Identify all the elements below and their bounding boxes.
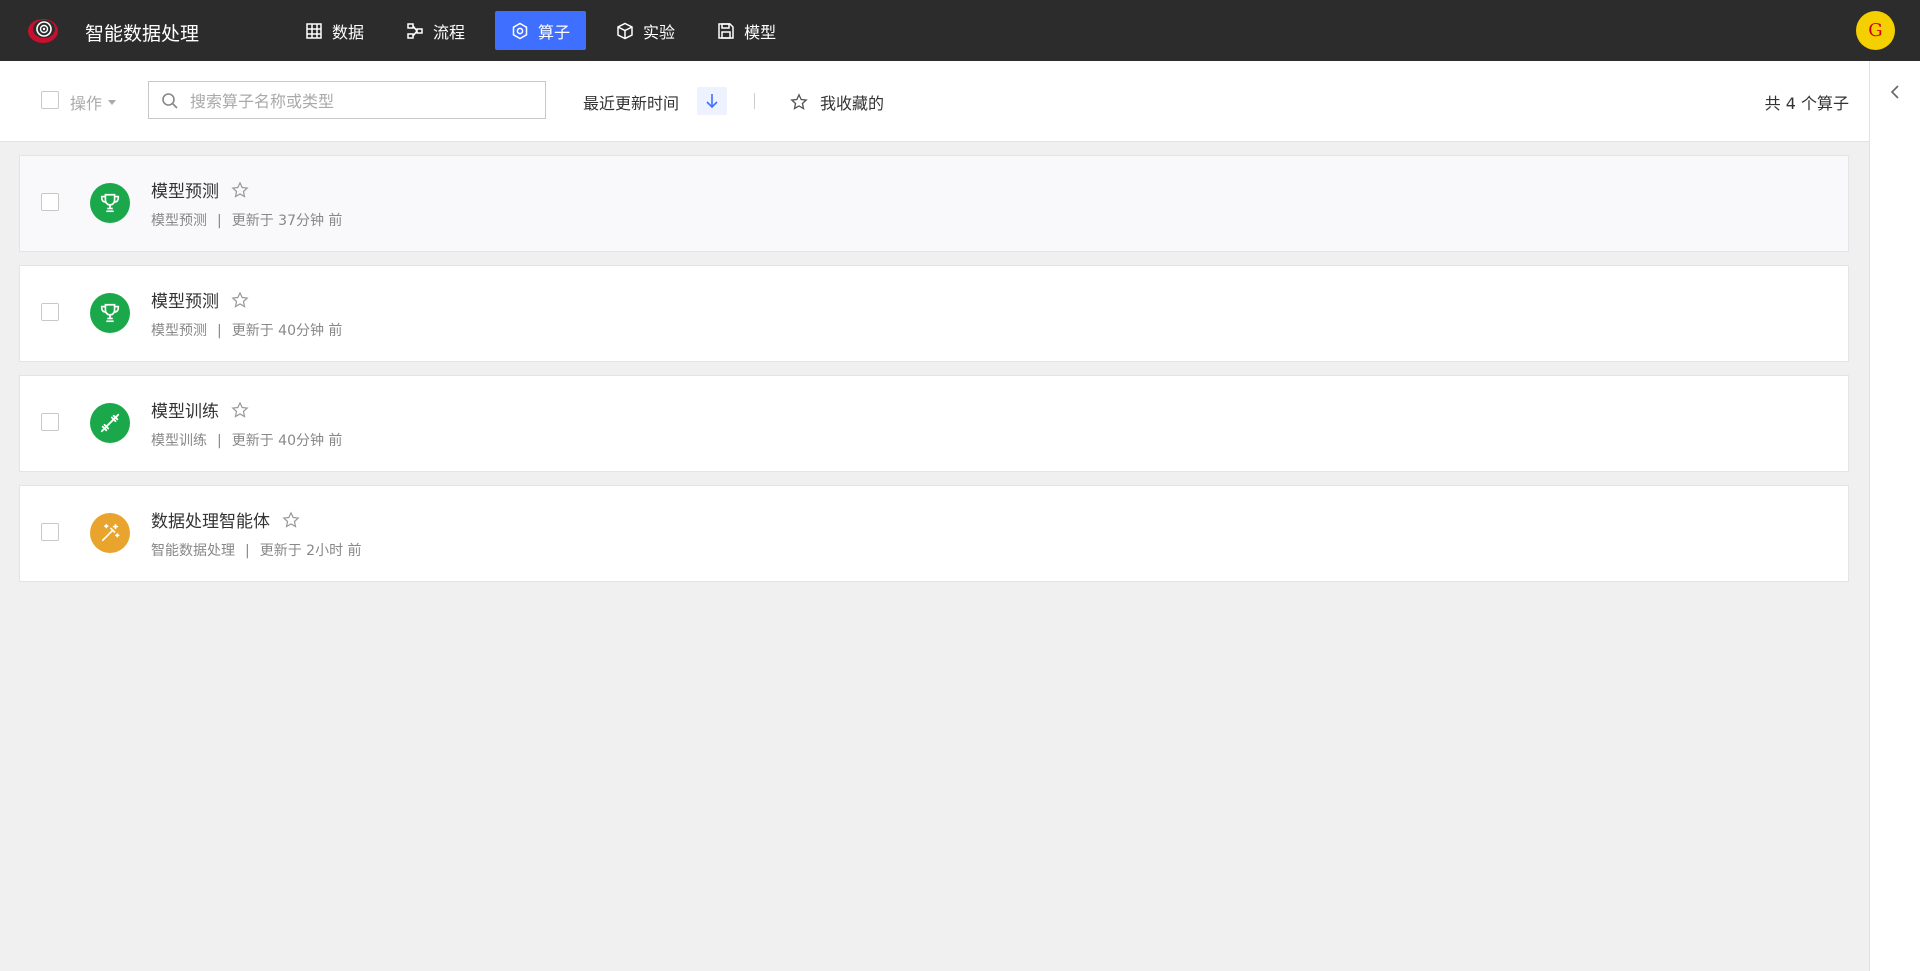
operator-name[interactable]: 模型预测 (151, 177, 249, 202)
cube-icon (617, 22, 633, 39)
sort-label[interactable]: 最近更新时间 (583, 90, 679, 114)
toolbar-divider (754, 93, 755, 109)
operator-name[interactable]: 模型训练 (151, 397, 249, 422)
star-outline-icon[interactable] (231, 400, 249, 419)
operator-name-text: 模型预测 (151, 182, 219, 202)
meta-separator: | (217, 213, 222, 229)
operator-name[interactable]: 数据处理智能体 (151, 507, 300, 532)
nav-item-experiment[interactable]: 实验 (604, 11, 687, 50)
operator-meta: 模型预测 | 更新于 37分钟 前 (151, 210, 342, 230)
favorites-filter[interactable]: 我收藏的 (790, 90, 884, 114)
operator-meta: 模型预测 | 更新于 40分钟 前 (151, 320, 342, 340)
operator-updated: 更新于 40分钟 前 (231, 323, 343, 339)
magic-wand-icon (90, 513, 130, 553)
operator-updated: 更新于 2小时 前 (259, 543, 362, 559)
trophy-icon (90, 293, 130, 333)
operator-card[interactable]: 模型预测 模型预测 | 更新于 40分钟 前 (19, 265, 1849, 362)
star-outline-icon[interactable] (282, 510, 300, 529)
operator-name-text: 数据处理智能体 (151, 512, 270, 532)
operator-card[interactable]: 模型预测 模型预测 | 更新于 37分钟 前 (19, 155, 1849, 252)
save-icon (718, 22, 734, 39)
card-checkbox[interactable] (41, 303, 59, 321)
search-box (148, 81, 546, 120)
nav-item-label: 数据 (332, 22, 365, 42)
nav-item-operator[interactable]: 算子 (495, 11, 587, 50)
card-checkbox[interactable] (41, 523, 59, 541)
eye-logo-icon[interactable] (26, 15, 60, 45)
nav-item-label: 算子 (538, 22, 571, 42)
chevron-left-icon[interactable] (1890, 85, 1900, 99)
card-checkbox[interactable] (41, 193, 59, 211)
operator-type: 模型预测 (151, 323, 207, 339)
operator-card[interactable]: 数据处理智能体 智能数据处理 | 更新于 2小时 前 (19, 485, 1849, 582)
star-outline-icon[interactable] (231, 290, 249, 309)
table-icon (306, 22, 322, 39)
hexagon-icon (512, 22, 528, 39)
dumbbell-icon (90, 403, 130, 443)
operator-updated: 更新于 40分钟 前 (231, 433, 343, 449)
operator-meta: 智能数据处理 | 更新于 2小时 前 (151, 540, 362, 560)
user-avatar[interactable]: G (1856, 11, 1895, 50)
operator-name-text: 模型预测 (151, 292, 219, 312)
select-all-checkbox[interactable] (41, 91, 59, 109)
meta-separator: | (217, 433, 222, 449)
operator-type: 模型预测 (151, 213, 207, 229)
search-icon (162, 93, 178, 109)
operator-type: 模型训练 (151, 433, 207, 449)
side-panel (1869, 61, 1920, 971)
operator-type: 智能数据处理 (151, 543, 235, 559)
card-checkbox[interactable] (41, 413, 59, 431)
nav-item-label: 模型 (744, 22, 777, 42)
nav-item-label: 实验 (643, 22, 676, 42)
flow-icon (407, 22, 423, 39)
main-nav: 数据 流程 算子 实验 模型 (293, 11, 806, 50)
caret-down-icon (108, 99, 117, 105)
operator-card[interactable]: 模型训练 模型训练 | 更新于 40分钟 前 (19, 375, 1849, 472)
nav-item-data[interactable]: 数据 (293, 11, 376, 50)
operator-toolbar: 操作 最近更新时间 我收藏的 共 4 个算子 (0, 61, 1869, 142)
operations-label: 操作 (70, 94, 103, 113)
operator-meta: 模型训练 | 更新于 40分钟 前 (151, 430, 342, 450)
operations-dropdown[interactable]: 操作 (70, 90, 117, 114)
star-outline-icon[interactable] (231, 180, 249, 199)
meta-separator: | (245, 543, 250, 559)
operator-name-text: 模型训练 (151, 402, 219, 422)
nav-item-label: 流程 (433, 22, 466, 42)
operator-count: 共 4 个算子 (1764, 94, 1849, 113)
meta-separator: | (217, 323, 222, 339)
star-outline-icon (790, 93, 808, 110)
sort-direction-button[interactable] (697, 87, 727, 115)
top-bar: 智能数据处理 数据 流程 算子 实验 模型 G (0, 0, 1920, 61)
search-input[interactable] (188, 82, 542, 120)
operator-updated: 更新于 37分钟 前 (231, 213, 343, 229)
trophy-icon (90, 183, 130, 223)
nav-item-flow[interactable]: 流程 (394, 11, 477, 50)
arrow-down-icon (706, 94, 718, 109)
nav-item-model[interactable]: 模型 (705, 11, 788, 50)
operator-name[interactable]: 模型预测 (151, 287, 249, 312)
app-title: 智能数据处理 (85, 23, 200, 45)
favorites-label: 我收藏的 (820, 94, 885, 113)
